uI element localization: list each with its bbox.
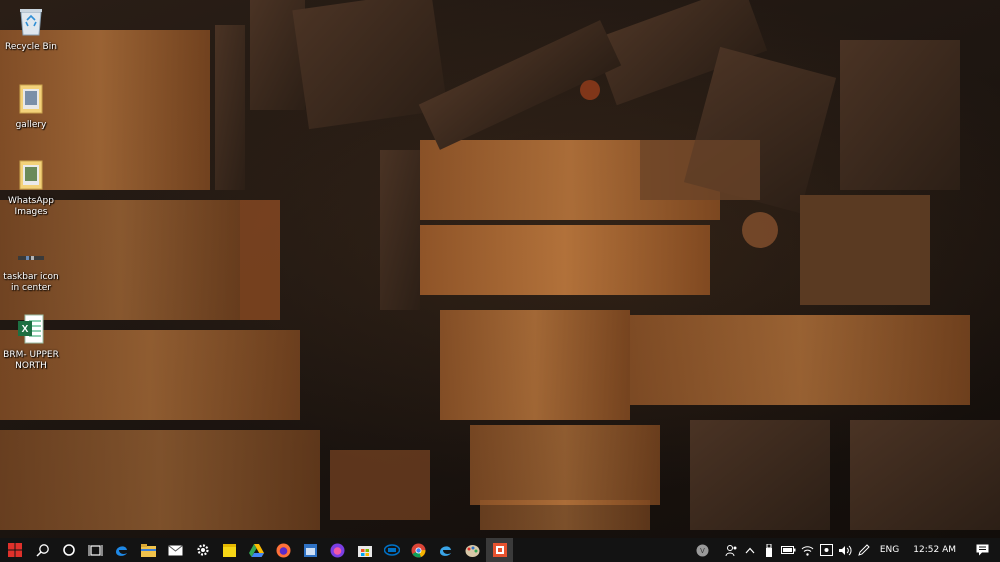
folder-icon (16, 82, 46, 116)
taskbar-app-firefox[interactable] (270, 538, 297, 562)
chrome-icon (411, 543, 426, 557)
file-explorer-icon (141, 543, 156, 557)
people-icon (725, 544, 737, 556)
clock[interactable]: 12:52 AM (905, 538, 964, 562)
snip-tool-icon (492, 543, 507, 557)
pen-icon (858, 544, 871, 556)
taskbar-app-calendar[interactable] (297, 538, 324, 562)
calendar-icon (304, 543, 317, 557)
volume-icon (838, 545, 852, 555)
taskbar-app-google-drive[interactable] (243, 538, 270, 562)
tray-wifi[interactable] (798, 538, 817, 562)
mail-icon (168, 544, 183, 555)
taskbar-app-firefox-developer[interactable] (324, 538, 351, 562)
firefox-icon (276, 543, 291, 557)
user-avatar-icon: V (696, 544, 709, 556)
tray-location[interactable] (817, 538, 836, 562)
taskbar-app-edge-beta[interactable] (432, 538, 459, 562)
taskbar: V ENG 12:52 AM (0, 538, 1000, 562)
svg-text:V: V (700, 548, 705, 555)
tray-user-avatar[interactable]: V (693, 538, 712, 562)
svg-text:X: X (22, 324, 29, 335)
sticky-notes-icon (223, 543, 236, 557)
desktop-icon-whatsapp-images[interactable]: WhatsApp Images (0, 158, 62, 218)
tray-usb[interactable] (760, 538, 779, 562)
start-button[interactable] (0, 538, 30, 562)
language-indicator[interactable]: ENG (874, 538, 905, 562)
desktop-icon-label: taskbar icon in center (3, 272, 59, 293)
microsoft-store-icon (357, 546, 372, 557)
location-icon (819, 544, 833, 556)
tray-pen[interactable] (855, 538, 874, 562)
excel-file-icon: X (16, 312, 46, 346)
tray-volume[interactable] (836, 538, 855, 562)
system-tray: V ENG 12:52 AM (693, 538, 1000, 562)
battery-icon (780, 546, 796, 554)
firefox-developer-icon (330, 543, 345, 557)
chevron-up-icon (745, 547, 755, 553)
google-drive-icon (249, 543, 264, 557)
taskbar-app-chrome[interactable] (405, 538, 432, 562)
folder-icon (16, 158, 46, 192)
desktop-icon-label: Recycle Bin (5, 42, 57, 52)
desktop-icon-taskbar-icon-in-center[interactable]: taskbar icon in center (0, 248, 62, 294)
taskbar-app-file-explorer[interactable] (135, 538, 162, 562)
recycle-bin-icon (16, 4, 46, 38)
cortana-circle-icon (63, 544, 75, 556)
notification-icon (976, 544, 988, 556)
desktop-wallpaper (0, 0, 1000, 538)
task-view-icon (88, 544, 102, 556)
action-center-button[interactable] (964, 538, 1000, 562)
wifi-icon (801, 545, 814, 556)
task-view-button[interactable] (82, 538, 108, 562)
taskbar-app-intel[interactable] (378, 538, 405, 562)
desktop-icon-brm-upper-north[interactable]: X BRM- UPPER NORTH (0, 312, 62, 372)
edge-icon (116, 545, 127, 556)
paint-icon (465, 544, 480, 557)
tray-people[interactable] (722, 538, 741, 562)
taskbar-app-sticky-notes[interactable] (216, 538, 243, 562)
usb-icon (766, 543, 773, 557)
taskbar-app-microsoft-store[interactable] (351, 538, 378, 562)
desktop-icon-label: BRM- UPPER NORTH (3, 350, 59, 371)
desktop-icon-recycle-bin[interactable]: Recycle Bin (0, 4, 62, 53)
taskbar-app-snip-tool[interactable] (486, 538, 513, 562)
taskbar-app-settings[interactable] (189, 538, 216, 562)
taskbar-app-mail[interactable] (162, 538, 189, 562)
intel-icon (383, 544, 400, 556)
start-windows-icon (8, 543, 22, 557)
shortcut-icon (16, 248, 46, 268)
taskbar-app-paint[interactable] (459, 538, 486, 562)
settings-gear-icon (196, 544, 209, 556)
search-button[interactable] (30, 538, 56, 562)
search-icon (36, 544, 49, 557)
tray-battery[interactable] (779, 538, 798, 562)
desktop-icon-gallery[interactable]: gallery (0, 82, 62, 131)
tray-show-hidden[interactable] (741, 538, 760, 562)
cortana-button[interactable] (56, 538, 82, 562)
desktop-icon-label: WhatsApp Images (8, 196, 54, 217)
wood-type-wallpaper-art (0, 0, 1000, 530)
desktop-icon-label: gallery (15, 120, 47, 130)
edge-beta-icon (440, 545, 451, 556)
taskbar-app-edge[interactable] (108, 538, 135, 562)
